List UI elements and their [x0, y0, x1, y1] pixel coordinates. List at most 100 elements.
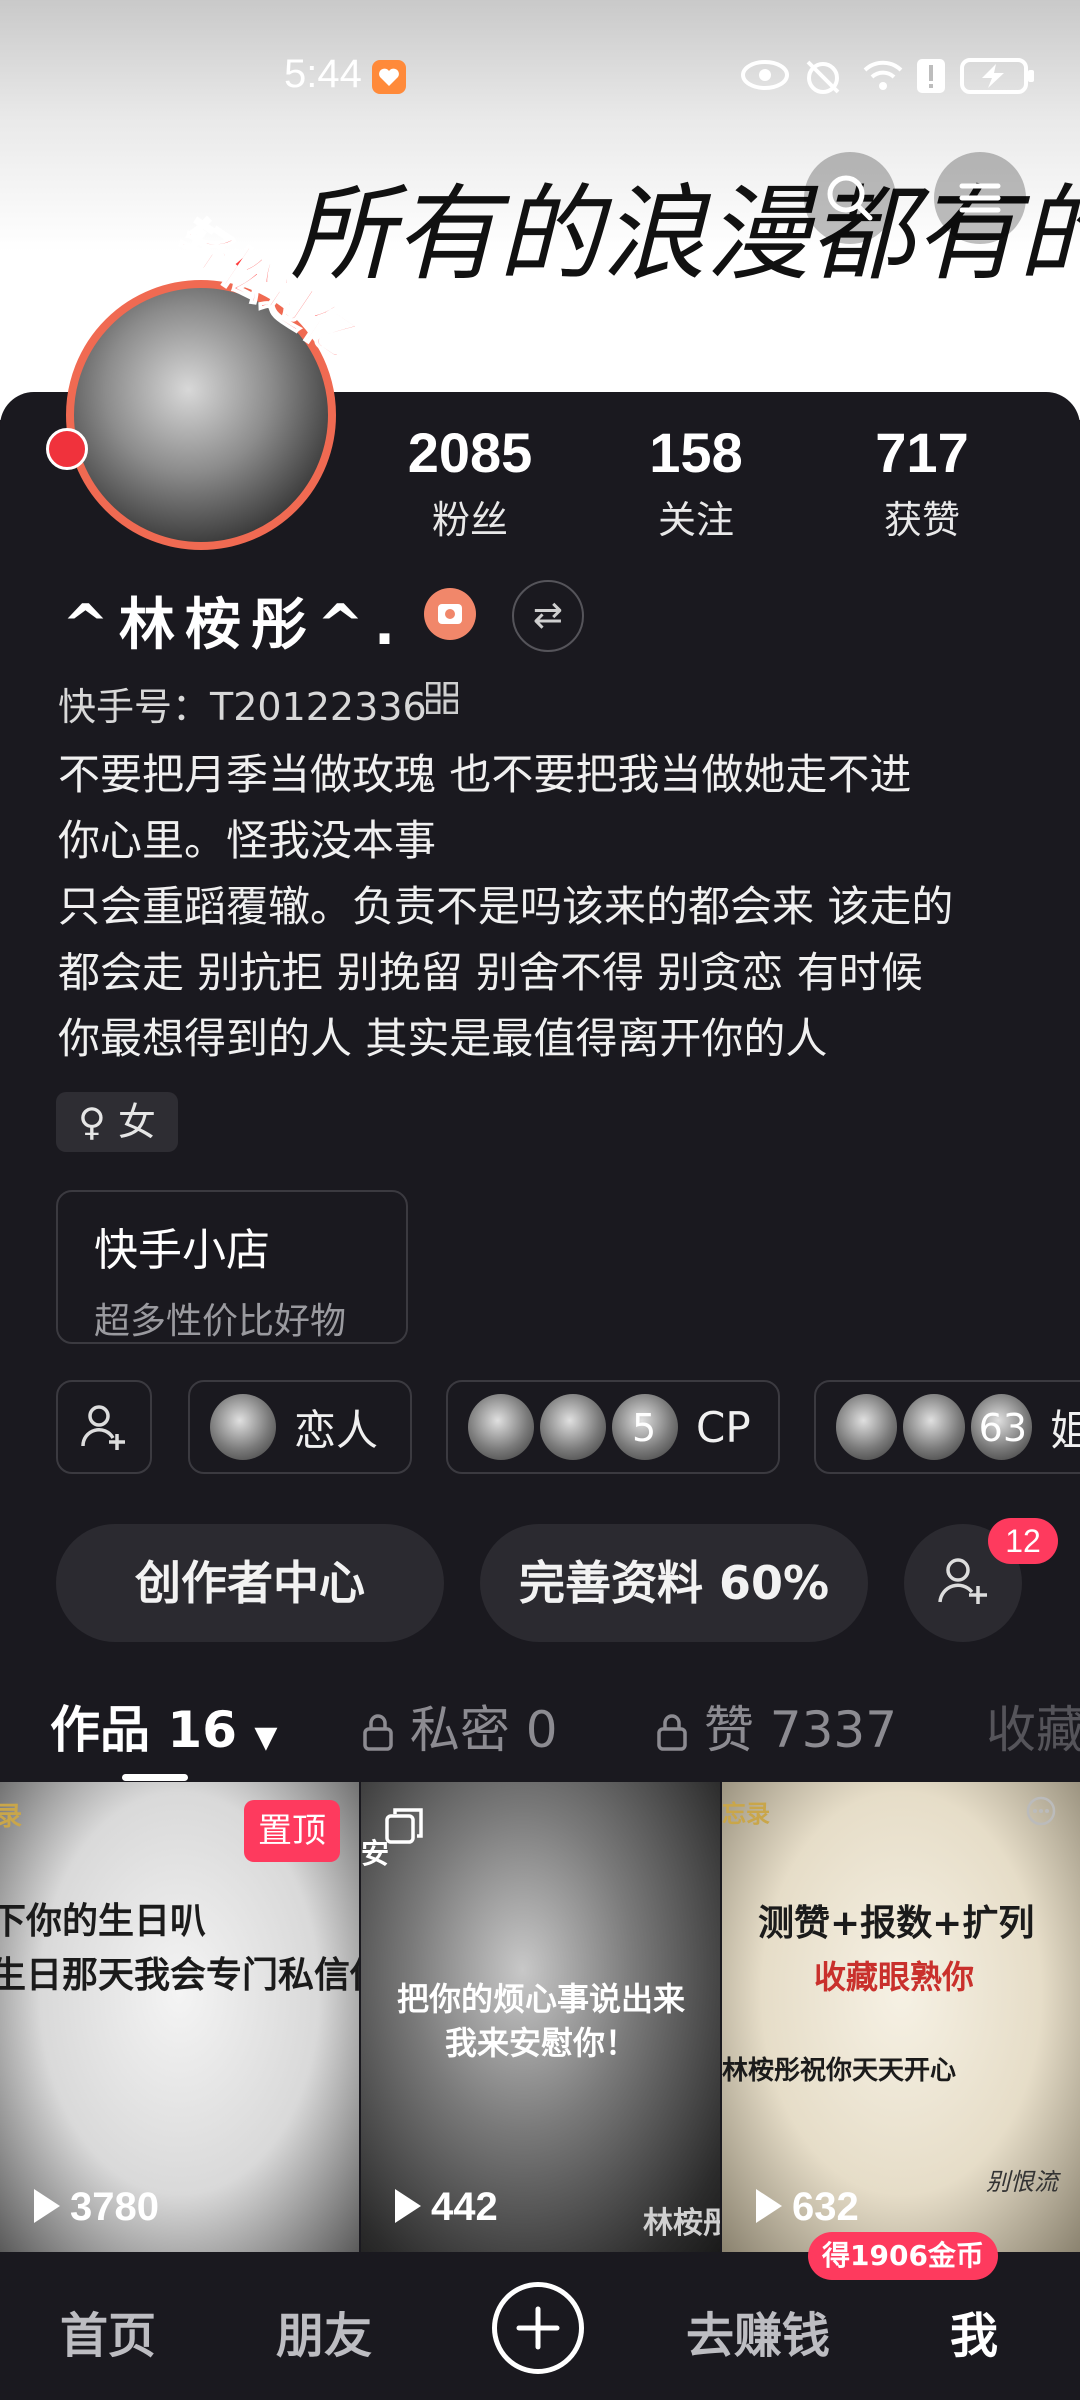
relation-label: CP [696, 1402, 751, 1452]
relation-avatar: 63 [970, 1394, 1032, 1460]
complete-profile-button[interactable]: 完善资料 60% [480, 1524, 868, 1642]
relation-avatar [903, 1394, 965, 1460]
tile-text-line3: 林桉彤祝你天天开心 [722, 2056, 957, 2086]
play-icon [395, 2189, 421, 2223]
pinned-badge: 置顶 [244, 1800, 340, 1862]
relation-count: 5 [632, 1406, 657, 1450]
caret-down-icon: ▼ [254, 1720, 278, 1755]
play-icon [756, 2189, 782, 2223]
creator-center-button[interactable]: 创作者中心 [56, 1524, 444, 1642]
status-bar: 5:44 [0, 0, 1080, 160]
tile-watermark: 林桉彤 [643, 2206, 720, 2241]
tile-text-line1: 把你的烦心事说出来 [396, 1980, 685, 2018]
menu-button[interactable] [934, 152, 1026, 244]
tile-text-line1: 下你的生日叭 [0, 1901, 207, 1942]
tab-favorites-label: 收藏 [986, 1701, 1080, 1759]
shop-title: 快手小店 [94, 1225, 270, 1276]
tab-likes[interactable]: 赞 7337 [656, 1690, 897, 1762]
relation-avatar [210, 1394, 276, 1460]
followers-count: 2085 [407, 421, 533, 484]
tile-text-line2: 我来安慰你！ [444, 2024, 637, 2062]
view-count-value: 632 [792, 2185, 859, 2229]
work-tile[interactable]: 录 下你的生日叭 生日那天我会专门私信你 置顶 3780 [0, 1782, 359, 2252]
switch-account-button[interactable]: ⇄ [512, 580, 584, 652]
alarm-off-icon [806, 60, 840, 94]
nav-friends[interactable]: 朋友 [276, 2296, 372, 2366]
battery-charging-icon [960, 58, 1034, 94]
likes-count: 717 [875, 421, 969, 484]
work-tile[interactable]: 忘录 测赞+报数+扩列 收藏眼熟你 林桉彤祝你天天开心 别恨流 632 [722, 1782, 1080, 2252]
relation-label: 姐 [1049, 1405, 1080, 1455]
add-relation-button[interactable] [56, 1380, 152, 1474]
tab-favorites[interactable]: 收藏 [986, 1690, 1080, 1762]
tab-works[interactable]: 作品 16 ▼ [50, 1690, 278, 1762]
more-icon[interactable] [1024, 1794, 1058, 1828]
gender-tag: ♀ 女 [56, 1092, 178, 1152]
tab-private-label: 私密 0 [409, 1701, 558, 1759]
relation-label: 恋人 [294, 1405, 379, 1455]
relation-lover[interactable]: 恋人 [188, 1380, 412, 1474]
view-count-value: 3780 [70, 2185, 159, 2229]
sim-alert-icon [917, 59, 945, 93]
likes-stat[interactable]: 717 获赞 [822, 420, 1022, 544]
relation-cp[interactable]: 5 CP [446, 1380, 780, 1474]
nav-me[interactable]: 我 [950, 2296, 998, 2366]
view-count: 3780 [34, 2185, 159, 2230]
tile-text-line2: 收藏眼熟你 [814, 1958, 975, 1996]
likes-label: 获赞 [883, 498, 960, 542]
female-icon: ♀ [78, 1100, 118, 1144]
red-packet-icon[interactable] [46, 428, 88, 470]
create-button[interactable] [492, 2282, 584, 2374]
tile-signature: 别恨流 [986, 2168, 1058, 2196]
tab-private[interactable]: 私密 0 [362, 1690, 558, 1762]
search-button[interactable] [804, 152, 896, 244]
menu-icon [959, 183, 1001, 213]
kuaishou-shop-card[interactable]: 快手小店 超多性价比好物 [56, 1190, 408, 1344]
app-notification-icon [372, 60, 406, 94]
tab-indicator [122, 1774, 188, 1781]
work-tile[interactable]: 安 把你的烦心事说出来 我来安慰你！ 林桉彤 442 [361, 1782, 720, 2252]
tile-text-line1: 测赞+报数+扩列 [758, 1903, 1035, 1944]
following-stat[interactable]: 158 关注 [596, 420, 796, 544]
tile-text-line2: 生日那天我会专门私信你 [0, 1955, 359, 1996]
friend-request-badge: 12 [988, 1518, 1058, 1564]
add-person-icon [81, 1405, 125, 1450]
relation-avatar [836, 1394, 898, 1460]
following-label: 关注 [657, 498, 734, 542]
tab-likes-label: 赞 7337 [703, 1701, 898, 1759]
relation-count: 63 [978, 1406, 1028, 1450]
tab-works-label: 作品 16 [50, 1701, 237, 1759]
coin-badge: 得1906金币 [808, 2232, 998, 2280]
view-count: 442 [395, 2185, 498, 2230]
search-icon [827, 175, 873, 221]
nav-home[interactable]: 首页 [60, 2296, 156, 2366]
eye-icon [741, 60, 789, 90]
view-count-value: 442 [431, 2185, 498, 2229]
relation-sister[interactable]: 63 姐 [814, 1380, 1080, 1474]
lock-icon [657, 1714, 687, 1751]
status-time: 5:44 [284, 52, 362, 96]
tile-corner-text: 录 [0, 1802, 23, 1832]
relation-avatar: 5 [612, 1394, 678, 1460]
plus-icon [516, 2306, 560, 2350]
switch-icon: ⇄ [532, 595, 564, 636]
view-count: 632 [756, 2185, 859, 2230]
followers-stat[interactable]: 2085 粉丝 [370, 420, 570, 544]
qr-code-icon[interactable] [426, 682, 458, 714]
following-count: 158 [649, 421, 743, 484]
relation-avatar [468, 1394, 534, 1460]
play-icon [34, 2189, 60, 2223]
shop-subtitle: 超多性价比好物 [94, 1301, 347, 1342]
profile-bio: 不要把月季当做玫瑰 也不要把我当做她走不进 你心里。怪我没本事 只会重蹈覆辙。负… [58, 750, 954, 1063]
nav-earn[interactable]: 去赚钱 [686, 2296, 830, 2366]
kuaishou-id[interactable]: 快手号：T20122336 [58, 676, 427, 731]
multi-image-icon [385, 1808, 423, 1844]
tile-corner-text: 忘录 [722, 1800, 770, 1828]
relation-avatar [540, 1394, 606, 1460]
level-badge-icon[interactable] [424, 588, 476, 640]
profile-name: ^林桉彤^. [62, 593, 406, 658]
lock-icon [363, 1714, 393, 1751]
works-grid: 录 下你的生日叭 生日那天我会专门私信你 置顶 3780 安 把你的烦心事说出来… [0, 1782, 1080, 2252]
gender-label: 女 [117, 1100, 156, 1144]
wifi-icon [863, 60, 903, 90]
